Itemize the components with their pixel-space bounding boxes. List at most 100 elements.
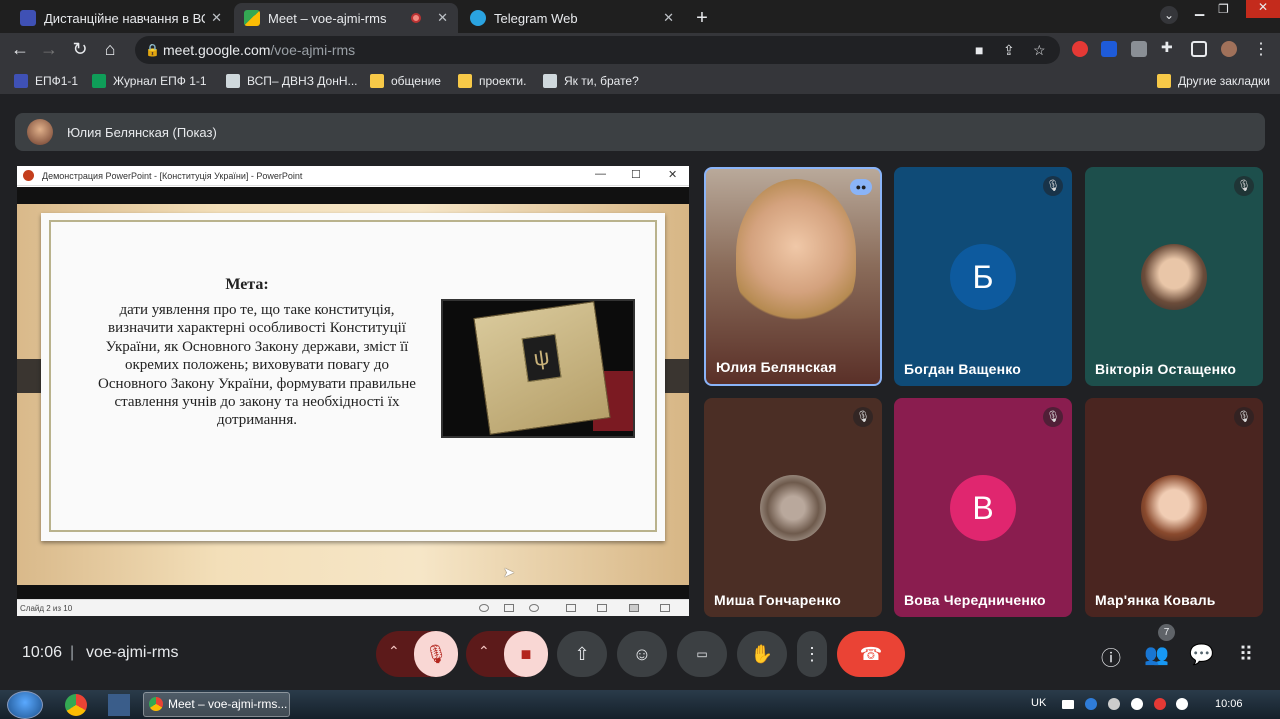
present-screen-button[interactable]: ⇧ bbox=[557, 631, 607, 677]
browser-tab-strip: Дистанційне навчання в ВСП ✕ Meet – voe-… bbox=[0, 0, 1280, 33]
powerpoint-statusbar: Слайд 2 из 10 bbox=[17, 599, 689, 616]
close-icon[interactable]: ✕ bbox=[663, 10, 674, 26]
more-options-button[interactable]: ⋮ bbox=[797, 631, 827, 677]
tab-search-icon[interactable]: ⌄ bbox=[1160, 6, 1178, 24]
participant-avatar bbox=[760, 475, 826, 541]
chevron-up-icon[interactable]: ⌃ bbox=[388, 643, 400, 660]
minimize-icon: — bbox=[595, 168, 606, 180]
participant-name: Мар'янка Коваль bbox=[1095, 592, 1216, 608]
reactions-button[interactable]: ☺ bbox=[617, 631, 667, 677]
new-tab-button[interactable]: + bbox=[692, 7, 712, 30]
camera-off-button[interactable]: ■ bbox=[504, 631, 548, 677]
bookmark-label: общение bbox=[391, 74, 441, 88]
participant-tile[interactable]: 🎙 Б Богдан Ващенко bbox=[894, 167, 1072, 386]
bookmark-item[interactable]: ВСП– ДВНЗ ДонН... bbox=[226, 74, 358, 88]
reload-icon[interactable]: ↻ bbox=[69, 39, 91, 60]
people-count-badge: 7 bbox=[1158, 624, 1175, 641]
participant-tile[interactable]: 🎙 Вікторія Остащенко bbox=[1085, 167, 1263, 386]
folder-icon bbox=[1157, 74, 1171, 88]
start-button[interactable] bbox=[7, 691, 43, 719]
taskbar-item-meet[interactable]: Meet – voe-ajmi-rms... bbox=[143, 692, 290, 717]
bookmark-folder[interactable]: общение bbox=[370, 74, 441, 88]
slideshow-view-icon bbox=[660, 604, 670, 612]
people-icon[interactable]: 👥 bbox=[1144, 642, 1169, 667]
tray-app-icon[interactable] bbox=[1154, 698, 1166, 710]
mic-off-icon: 🎙 bbox=[1043, 176, 1063, 196]
info-icon[interactable]: ⓘ bbox=[1099, 642, 1123, 671]
folder-icon bbox=[370, 74, 384, 88]
extensions-puzzle-icon[interactable]: ✚ bbox=[1161, 39, 1177, 55]
presenter-label: Юлия Белянская (Показ) bbox=[67, 124, 217, 140]
book-cover: ψ bbox=[473, 301, 611, 435]
home-icon[interactable]: ⌂ bbox=[99, 39, 121, 60]
participant-tile[interactable]: ●● Юлия Белянская bbox=[704, 167, 882, 386]
shared-screen: Демонстрация PowerPoint - [Конституція У… bbox=[17, 166, 689, 616]
extension-photo-icon[interactable] bbox=[1131, 41, 1147, 57]
tab-meet[interactable]: Meet – voe-ajmi-rms ✕ bbox=[234, 3, 458, 33]
chat-icon[interactable]: 💬 bbox=[1189, 642, 1214, 667]
tray-app-icon[interactable] bbox=[1176, 698, 1188, 710]
participant-tile[interactable]: 🎙 В Вова Чередниченко bbox=[894, 398, 1072, 617]
participant-tile[interactable]: 🎙 Миша Гончаренко bbox=[704, 398, 882, 617]
profile-avatar[interactable] bbox=[1221, 41, 1237, 57]
tray-app-icon[interactable] bbox=[1085, 698, 1097, 710]
bookmark-folder[interactable]: проекти. bbox=[458, 74, 526, 88]
camera-icon[interactable]: ■ bbox=[975, 36, 983, 64]
participant-tile[interactable]: 🎙 Мар'янка Коваль bbox=[1085, 398, 1263, 617]
bookmark-label: ВСП– ДВНЗ ДонН... bbox=[247, 74, 358, 88]
sorter-view-icon bbox=[597, 604, 607, 612]
volume-icon[interactable] bbox=[1108, 698, 1120, 710]
captions-button[interactable]: ▭ bbox=[677, 631, 727, 677]
extension-red-icon[interactable] bbox=[1072, 41, 1088, 57]
bookmarks-bar: ЕПФ1-1 Журнал ЕПФ 1-1 ВСП– ДВНЗ ДонН... … bbox=[0, 67, 1280, 95]
telegram-icon bbox=[470, 10, 486, 26]
participant-avatar: В bbox=[950, 475, 1016, 541]
tray-app-icon[interactable] bbox=[1131, 698, 1143, 710]
tab-title: Telegram Web bbox=[494, 10, 578, 26]
classroom-icon bbox=[20, 10, 36, 26]
bookmark-item[interactable]: ЕПФ1-1 bbox=[14, 74, 78, 88]
speaking-indicator-icon: ●● bbox=[850, 179, 872, 195]
normal-view-icon bbox=[566, 604, 576, 612]
constitution-book-image: ψ bbox=[441, 299, 635, 438]
powerpoint-icon bbox=[23, 170, 34, 181]
leave-call-button[interactable]: ☎ bbox=[837, 631, 905, 677]
minimize-icon[interactable]: ▁ bbox=[1195, 2, 1204, 16]
hand-icon: ✋ bbox=[750, 643, 774, 664]
bookmark-item[interactable]: Журнал ЕПФ 1-1 bbox=[92, 74, 207, 88]
language-indicator[interactable]: UK bbox=[1031, 697, 1046, 709]
slide-canvas: Мета: дати уявлення про те, що таке конс… bbox=[17, 187, 689, 599]
close-icon: ✕ bbox=[668, 169, 678, 181]
close-icon[interactable]: ✕ bbox=[437, 10, 448, 26]
mic-off-button[interactable]: 🎙 bbox=[414, 631, 458, 677]
system-clock[interactable]: 10:06 bbox=[1215, 698, 1243, 710]
restore-icon[interactable]: ❐ bbox=[1218, 2, 1229, 16]
url-path: /voe-ajmi-rms bbox=[270, 42, 356, 58]
slide-heading: Мета: bbox=[225, 276, 269, 293]
chevron-up-icon[interactable]: ⌃ bbox=[478, 643, 490, 660]
bookmark-star-icon[interactable]: ☆ bbox=[1033, 36, 1046, 64]
forward-icon[interactable]: → bbox=[38, 39, 60, 60]
app-icon[interactable] bbox=[108, 694, 130, 716]
side-panel-icon[interactable] bbox=[1191, 41, 1207, 57]
raise-hand-button[interactable]: ✋ bbox=[737, 631, 787, 677]
close-icon[interactable]: ✕ bbox=[211, 10, 222, 26]
address-bar[interactable]: 🔒 meet.google.com/voe-ajmi-rms ■ ⇪ ☆ bbox=[135, 36, 1060, 64]
chrome-icon[interactable] bbox=[65, 694, 87, 716]
window-close-icon[interactable]: ✕ bbox=[1246, 0, 1280, 18]
reading-view-icon bbox=[629, 604, 639, 612]
sheets-icon bbox=[92, 74, 106, 88]
camera-control: ⌃ ■ bbox=[466, 631, 548, 677]
activities-grid-icon[interactable]: ⠿ bbox=[1234, 642, 1258, 667]
tab-distance-learning[interactable]: Дистанційне навчання в ВСП ✕ bbox=[10, 3, 232, 33]
extension-id-icon[interactable] bbox=[1101, 41, 1117, 57]
back-icon[interactable]: ← bbox=[9, 39, 31, 60]
share-icon[interactable]: ⇪ bbox=[1003, 36, 1015, 64]
network-icon[interactable] bbox=[1062, 700, 1074, 709]
bookmark-item[interactable]: Як ти, брате? bbox=[543, 74, 639, 88]
tab-telegram[interactable]: Telegram Web ✕ bbox=[460, 3, 684, 33]
menu-kebab-icon[interactable]: ⋮ bbox=[1250, 39, 1272, 59]
participant-video bbox=[736, 179, 856, 329]
other-bookmarks[interactable]: Другие закладки bbox=[1157, 74, 1270, 88]
folder-icon bbox=[458, 74, 472, 88]
